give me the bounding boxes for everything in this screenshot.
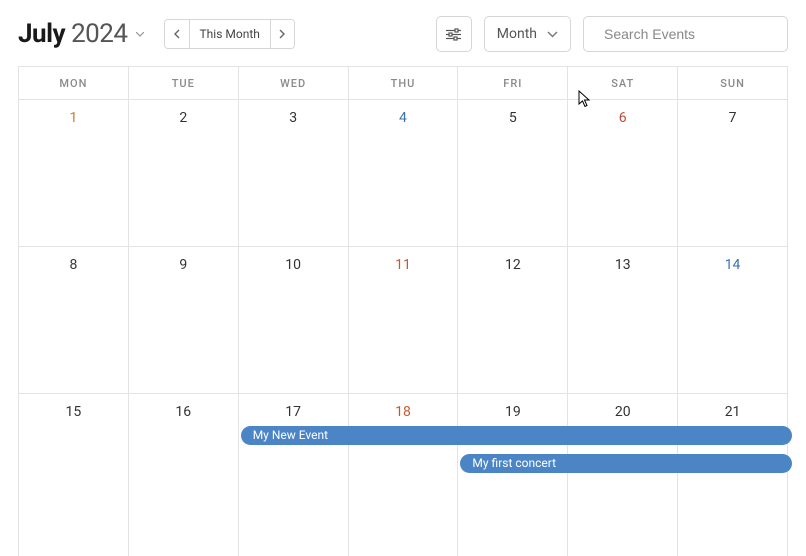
day-cell[interactable]: 8 bbox=[19, 247, 129, 394]
this-month-button[interactable]: This Month bbox=[189, 20, 270, 48]
search-field[interactable] bbox=[583, 16, 788, 52]
day-cell[interactable]: 5 bbox=[458, 100, 568, 247]
day-cell[interactable]: 20 bbox=[568, 394, 678, 556]
event-bar[interactable]: My first concert bbox=[460, 454, 792, 473]
day-cell[interactable]: 19 bbox=[458, 394, 568, 556]
day-number: 10 bbox=[285, 257, 301, 273]
day-number: 13 bbox=[615, 257, 631, 273]
chevron-left-icon bbox=[173, 29, 180, 39]
day-cell[interactable]: 17 bbox=[239, 394, 349, 556]
day-cell[interactable]: 14 bbox=[678, 247, 788, 394]
weekday-header: FRI bbox=[458, 67, 568, 100]
day-cell[interactable]: 12 bbox=[458, 247, 568, 394]
title-month: July bbox=[18, 19, 65, 49]
day-number: 6 bbox=[619, 110, 627, 126]
day-cell[interactable]: 21 bbox=[678, 394, 788, 556]
day-cell[interactable]: 9 bbox=[129, 247, 239, 394]
day-number: 4 bbox=[399, 110, 407, 126]
view-switcher-label: Month bbox=[497, 26, 537, 42]
day-number: 21 bbox=[725, 404, 741, 420]
day-number: 18 bbox=[395, 404, 411, 420]
search-input[interactable] bbox=[602, 25, 787, 43]
day-number: 7 bbox=[729, 110, 737, 126]
weekday-header: MON bbox=[19, 67, 129, 100]
event-bar[interactable]: My New Event bbox=[241, 426, 792, 445]
chevron-down-icon bbox=[136, 29, 144, 40]
day-cell[interactable]: 7 bbox=[678, 100, 788, 247]
day-number: 12 bbox=[505, 257, 521, 273]
day-number: 19 bbox=[505, 404, 521, 420]
weekday-header-row: MONTUEWEDTHUFRISATSUN bbox=[19, 67, 788, 100]
weekday-header: SAT bbox=[568, 67, 678, 100]
month-year-picker[interactable]: July 2024 bbox=[18, 19, 144, 49]
day-cell[interactable]: 18 bbox=[349, 394, 459, 556]
day-number: 2 bbox=[179, 110, 187, 126]
day-cell[interactable]: 10 bbox=[239, 247, 349, 394]
month-nav-group: This Month bbox=[164, 19, 295, 49]
day-cell[interactable]: 15 bbox=[19, 394, 129, 556]
day-number: 15 bbox=[66, 404, 82, 420]
chevron-right-icon bbox=[279, 29, 286, 39]
day-number: 11 bbox=[395, 257, 411, 273]
day-number: 3 bbox=[289, 110, 297, 126]
day-number: 1 bbox=[69, 110, 77, 126]
day-cell[interactable]: 2 bbox=[129, 100, 239, 247]
week-row: 1 2 3 4 5 6 7 bbox=[19, 100, 788, 247]
day-cell[interactable]: 4 bbox=[349, 100, 459, 247]
title-year: 2024 bbox=[71, 19, 127, 49]
day-number: 17 bbox=[285, 404, 301, 420]
calendar-grid: MONTUEWEDTHUFRISATSUN 123456789101112131… bbox=[18, 66, 788, 556]
day-number: 20 bbox=[615, 404, 631, 420]
sliders-icon bbox=[446, 28, 461, 41]
day-number: 14 bbox=[725, 257, 741, 273]
day-cell[interactable]: 6 bbox=[568, 100, 678, 247]
week-row: 8 9 10 11 12 13 14 bbox=[19, 247, 788, 394]
day-cell[interactable]: 16 bbox=[129, 394, 239, 556]
chevron-down-icon bbox=[547, 31, 558, 38]
filter-button[interactable] bbox=[436, 16, 472, 52]
calendar-header: July 2024 This Month Month bbox=[0, 0, 806, 66]
day-number: 16 bbox=[175, 404, 191, 420]
week-row: 15161718192021My New EventMy first conce… bbox=[19, 394, 788, 556]
prev-month-button[interactable] bbox=[165, 20, 189, 48]
day-cell[interactable]: 13 bbox=[568, 247, 678, 394]
weekday-header: THU bbox=[349, 67, 459, 100]
day-cell[interactable]: 1 bbox=[19, 100, 129, 247]
day-number: 8 bbox=[69, 257, 77, 273]
day-number: 5 bbox=[509, 110, 517, 126]
weekday-header: WED bbox=[239, 67, 349, 100]
weekday-header: TUE bbox=[129, 67, 239, 100]
weekday-header: SUN bbox=[678, 67, 788, 100]
view-switcher[interactable]: Month bbox=[484, 16, 571, 52]
day-cell[interactable]: 11 bbox=[349, 247, 459, 394]
next-month-button[interactable] bbox=[270, 20, 294, 48]
day-cell[interactable]: 3 bbox=[239, 100, 349, 247]
day-number: 9 bbox=[179, 257, 187, 273]
